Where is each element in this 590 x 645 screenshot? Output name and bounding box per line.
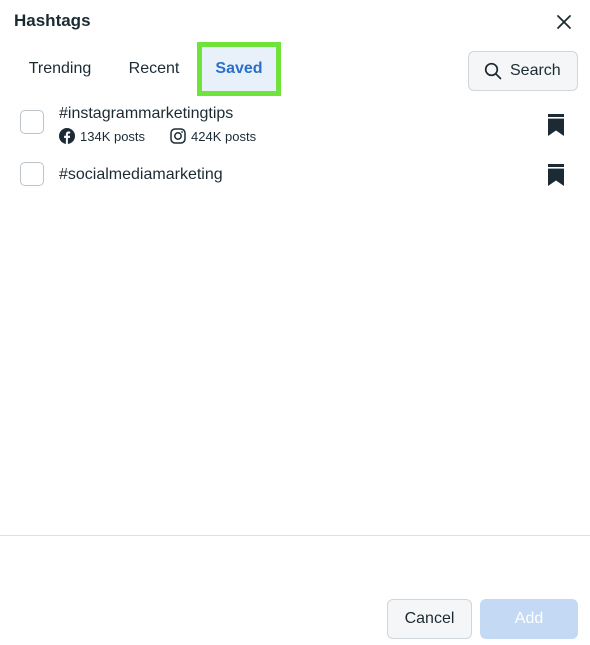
- tab-recent[interactable]: Recent: [116, 42, 192, 96]
- search-icon: [484, 62, 502, 80]
- add-button[interactable]: Add: [480, 599, 578, 639]
- instagram-stat: 424K posts: [170, 128, 256, 144]
- list-item: #socialmediamarketing: [0, 160, 590, 192]
- facebook-stat: 134K posts: [59, 128, 145, 144]
- bookmark-icon[interactable]: [547, 114, 565, 136]
- facebook-posts-count: 134K posts: [80, 128, 146, 144]
- hashtag-stats: 134K posts 424K posts: [59, 127, 256, 145]
- search-button-label: Search: [510, 62, 561, 79]
- bookmark-icon[interactable]: [547, 164, 565, 186]
- tab-trending[interactable]: Trending: [14, 42, 106, 96]
- facebook-icon: [59, 128, 75, 144]
- hashtag-checkbox[interactable]: [20, 110, 44, 134]
- tab-saved[interactable]: Saved: [197, 42, 281, 96]
- search-button[interactable]: Search: [468, 51, 578, 91]
- list-item: #instagrammarketingtips 134K posts 424K …: [0, 104, 590, 152]
- cancel-button[interactable]: Cancel: [387, 599, 472, 639]
- instagram-icon: [170, 128, 186, 144]
- hashtag-checkbox[interactable]: [20, 162, 44, 186]
- dialog-title: Hashtags: [14, 11, 91, 30]
- footer-divider: [0, 535, 590, 536]
- hashtag-text: #instagrammarketingtips: [59, 105, 234, 122]
- hashtag-text: #socialmediamarketing: [59, 166, 223, 183]
- close-button[interactable]: [552, 10, 576, 34]
- instagram-posts-count: 424K posts: [191, 128, 257, 144]
- close-icon: [557, 15, 571, 29]
